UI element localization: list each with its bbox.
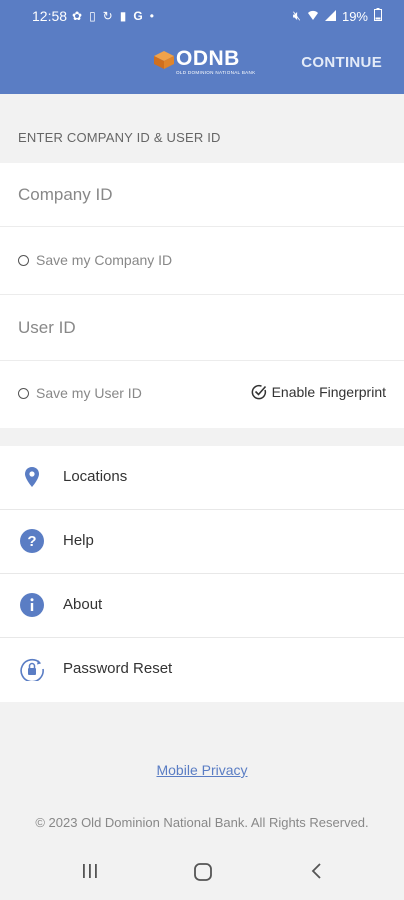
back-icon[interactable] <box>309 862 325 880</box>
status-time: 12:58 <box>32 8 68 24</box>
menu-label-about: About <box>63 596 103 613</box>
company-id-placeholder: Company ID <box>18 185 113 204</box>
enable-fingerprint-label: Enable Fingerprint <box>271 384 386 400</box>
radio-circle-icon <box>18 387 29 399</box>
company-id-field[interactable]: Company ID <box>0 163 404 227</box>
gear-icon: ✿ <box>72 9 83 23</box>
help-icon: ? <box>20 529 44 553</box>
save-company-id-label: Save my Company ID <box>36 252 173 268</box>
save-company-row: Save my Company ID <box>0 227 404 295</box>
logo-brand-text: ODNB <box>176 47 240 70</box>
user-id-placeholder: User ID <box>18 318 76 337</box>
card-icon: ▯ <box>89 9 96 23</box>
section-label: ENTER COMPANY ID & USER ID <box>18 130 221 145</box>
battery-saver-icon: ▮ <box>119 9 127 23</box>
logo-subtitle: OLD DOMINION NATIONAL BANK <box>176 70 256 75</box>
lock-reset-icon <box>20 658 44 681</box>
menu-label-password-reset: Password Reset <box>63 660 173 677</box>
google-icon: G <box>133 9 143 23</box>
status-bar: 12:58 ✿ ▯ ↻ ▮ G • 🔇︎ 19% <box>0 0 404 32</box>
menu-label-locations: Locations <box>63 468 128 485</box>
battery-icon <box>374 8 382 24</box>
menu-item-help[interactable]: ? Help <box>0 510 404 574</box>
login-form: Company ID Save my Company ID User ID Sa… <box>0 163 404 428</box>
sync-icon: ↻ <box>102 9 113 23</box>
save-user-id-label: Save my User ID <box>36 385 142 401</box>
user-id-field[interactable]: User ID <box>0 295 404 361</box>
save-company-id-checkbox[interactable]: Save my Company ID <box>18 252 172 268</box>
save-user-id-checkbox[interactable]: Save my User ID <box>18 385 142 401</box>
wifi-icon <box>307 9 319 24</box>
continue-button[interactable]: CONTINUE <box>301 54 382 71</box>
mute-icon: 🔇︎ <box>292 8 301 23</box>
dot-icon: • <box>149 9 154 23</box>
check-circle-icon <box>251 384 266 400</box>
menu-list: Locations ? Help About Password Reset <box>0 446 404 702</box>
app-header: ODNB OLD DOMINION NATIONAL BANK CONTINUE <box>0 32 404 94</box>
bank-logo: ODNB OLD DOMINION NATIONAL BANK <box>154 47 256 75</box>
menu-item-password-reset[interactable]: Password Reset <box>0 638 404 702</box>
recent-apps-icon[interactable] <box>81 862 99 880</box>
enable-fingerprint-toggle[interactable]: Enable Fingerprint <box>251 384 386 400</box>
info-icon <box>20 593 44 617</box>
system-nav-bar <box>0 845 404 900</box>
mobile-privacy-link[interactable]: Mobile Privacy <box>0 762 404 778</box>
home-icon[interactable] <box>193 862 213 882</box>
save-user-row: Save my User ID Enable Fingerprint <box>0 361 404 428</box>
svg-text:?: ? <box>27 533 36 550</box>
signal-icon <box>324 9 336 24</box>
cube-logo-icon <box>154 51 174 69</box>
location-pin-icon <box>25 467 39 487</box>
menu-label-help: Help <box>63 532 94 549</box>
radio-circle-icon <box>18 254 29 266</box>
menu-item-about[interactable]: About <box>0 574 404 638</box>
copyright-text: © 2023 Old Dominion National Bank. All R… <box>35 815 369 830</box>
menu-item-locations[interactable]: Locations <box>0 446 404 510</box>
battery-text: 19% <box>341 8 368 24</box>
